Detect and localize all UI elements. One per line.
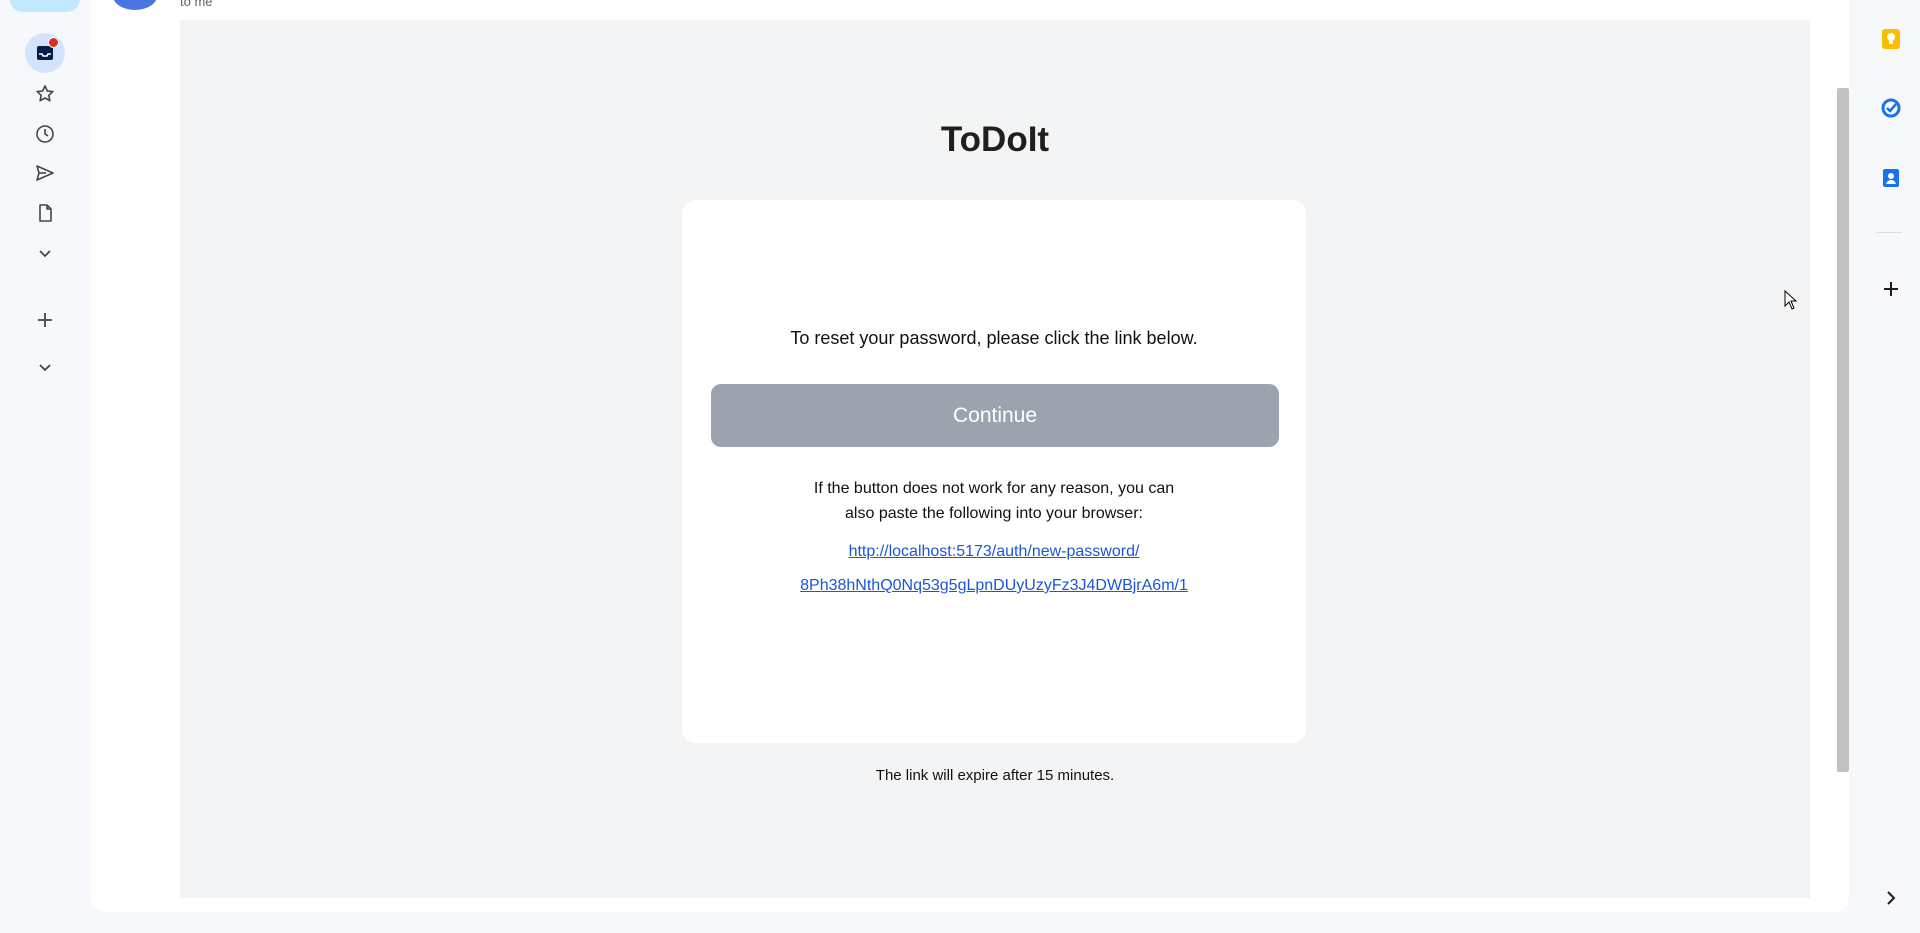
clock-icon: [36, 125, 54, 143]
side-panel: [1860, 0, 1920, 933]
star-icon: [36, 85, 54, 102]
keep-icon: [1882, 29, 1900, 49]
draft-icon: [39, 204, 52, 222]
mouse-cursor-icon: [1784, 289, 1798, 315]
recipient-line[interactable]: to me: [180, 0, 213, 9]
add-icon: [1884, 282, 1898, 296]
labels-more[interactable]: [25, 347, 65, 387]
email-card: To reset your password, please click the…: [682, 200, 1306, 743]
get-addons-button[interactable]: [1871, 269, 1911, 309]
nav-more[interactable]: [25, 233, 65, 273]
email-body: ToDoIt To reset your password, please cl…: [180, 20, 1810, 898]
reset-link-line-2[interactable]: 8Ph38hNthQ0Nq53g5gLpnDUyUzyFz3J4DWBjrA6m…: [800, 577, 1188, 594]
scrollbar-thumb[interactable]: [1837, 88, 1849, 772]
chevron-down-icon: [39, 364, 51, 372]
help-line-2: also paste the following into your brows…: [845, 505, 1143, 522]
contacts-button[interactable]: [1871, 158, 1911, 198]
chevron-right-icon: [1887, 891, 1896, 905]
unread-dot: [48, 37, 59, 48]
nav-starred[interactable]: [25, 74, 65, 114]
reset-link: http://localhost:5173/auth/new-password/…: [682, 535, 1306, 603]
nav-snoozed[interactable]: [25, 114, 65, 154]
send-icon: [36, 165, 54, 181]
side-panel-divider: [1876, 232, 1902, 233]
nav-rail: [0, 0, 90, 933]
keep-button[interactable]: [1871, 19, 1911, 59]
continue-button[interactable]: Continue: [711, 384, 1279, 447]
reset-link-line-1[interactable]: http://localhost:5173/auth/new-password/: [849, 543, 1140, 560]
brand-title: ToDoIt: [940, 120, 1050, 159]
help-text: If the button does not work for any reas…: [682, 476, 1306, 526]
sender-avatar: [113, 0, 157, 10]
tasks-button[interactable]: [1871, 88, 1911, 128]
message-view: to me ToDoIt To reset your password, ple…: [90, 0, 1849, 912]
nav-sent[interactable]: [25, 153, 65, 193]
compose-button[interactable]: [10, 0, 80, 12]
show-side-panel-button[interactable]: [1871, 878, 1911, 918]
nav-inbox[interactable]: [25, 33, 65, 73]
contacts-icon: [1883, 169, 1899, 187]
reset-instruction: To reset your password, please click the…: [790, 328, 1198, 348]
expiry-note: The link will expire after 15 minutes.: [875, 767, 1115, 784]
chevron-down-icon: [39, 250, 51, 258]
plus-icon: [38, 313, 52, 327]
new-label-button[interactable]: [25, 300, 65, 340]
help-line-1: If the button does not work for any reas…: [813, 480, 1175, 497]
nav-drafts[interactable]: [25, 193, 65, 233]
tasks-icon: [1881, 98, 1901, 118]
